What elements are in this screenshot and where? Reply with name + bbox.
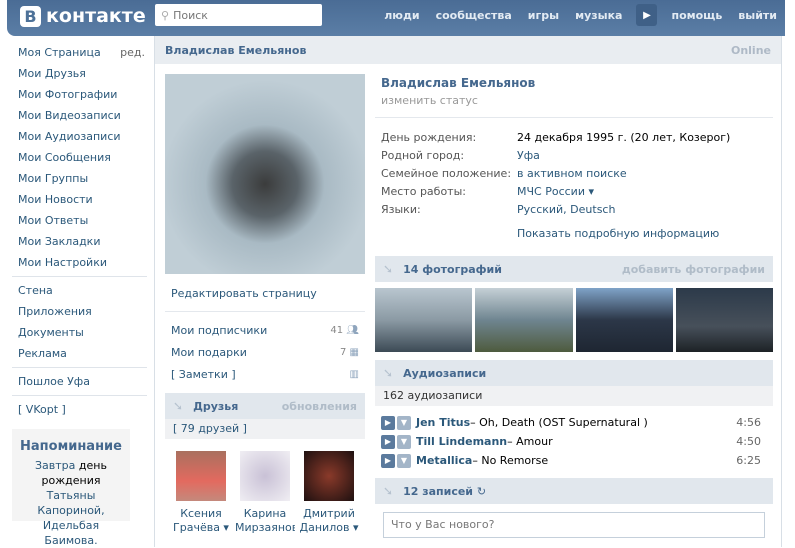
sidebar-item-city[interactable]: Пошлое Уфа: [12, 371, 147, 392]
add-photos-link[interactable]: добавить фотографии: [622, 263, 765, 276]
people-icon: 👥︎: [346, 324, 359, 336]
play-icon[interactable]: ▶: [381, 415, 395, 430]
photo-thumb[interactable]: [575, 288, 673, 352]
add-track-icon[interactable]: ▼: [397, 453, 411, 468]
friend-photo[interactable]: [240, 451, 290, 501]
profile-avatar[interactable]: [165, 74, 365, 274]
top-header: Вконтакте ⚲ Поиск люди сообщества игры му…: [7, 0, 785, 36]
notebook-icon: ▥: [349, 368, 359, 380]
nav-music[interactable]: музыка: [575, 9, 622, 22]
subscribers-link[interactable]: Мои подписчики 41 👥︎: [165, 319, 365, 341]
arrow-icon: ➘: [383, 484, 394, 498]
audio-count[interactable]: 162 аудиозаписи: [375, 386, 773, 406]
sidebar-item-my-page[interactable]: Моя Страница ред.: [12, 42, 147, 63]
add-track-icon[interactable]: ▼: [397, 434, 411, 449]
divider: [165, 311, 365, 312]
sidebar-item-videos[interactable]: Мои Видеозаписи: [12, 105, 147, 126]
play-icon[interactable]: ▶: [381, 453, 395, 468]
left-column: Редактировать страницу Мои подписчики 41 …: [165, 282, 365, 535]
sidebar-item-bookmarks[interactable]: Мои Закладки: [12, 231, 147, 252]
play-icon[interactable]: ▶: [381, 434, 395, 449]
reminder-box: Напоминание Завтра день рождения Татьяны…: [12, 429, 130, 547]
divider: [12, 276, 147, 277]
vk-logo[interactable]: Вконтакте: [20, 5, 146, 27]
sidebar-item-vkopt[interactable]: [ VKopt ]: [12, 399, 147, 420]
divider: [12, 367, 147, 368]
birthday-names-link[interactable]: Татьяны Капориной, Идельбая Баимова.: [37, 489, 104, 547]
reminder-title: Напоминание: [20, 439, 122, 454]
friend-item[interactable]: КаринаМирзаянова ▾: [235, 451, 295, 535]
gifts-link[interactable]: Мои подарки 7 ▦: [165, 341, 365, 363]
profile-page: Владислав Емельянов Online Редактировать …: [154, 36, 782, 547]
photo-thumb[interactable]: [675, 288, 773, 352]
sidebar-item-audio[interactable]: Мои Аудиозаписи: [12, 126, 147, 147]
refresh-icon[interactable]: ↻: [477, 485, 486, 498]
sidebar-item-settings[interactable]: Мои Настройки: [12, 252, 147, 273]
info-birthday: День рождения: 24 декабря 1995 г. (20 лет…: [381, 130, 731, 144]
arrow-icon: ➘: [173, 399, 184, 413]
sidebar: Моя Страница ред. Мои Друзья Мои Фотограф…: [12, 42, 147, 420]
sidebar-item-messages[interactable]: Мои Сообщения: [12, 147, 147, 168]
nav-communities[interactable]: сообщества: [436, 9, 512, 22]
add-track-icon[interactable]: ▼: [397, 415, 411, 430]
notes-link[interactable]: [ Заметки ] ▥: [165, 363, 365, 385]
online-status: Online: [730, 43, 771, 57]
new-post-input[interactable]: Что у Вас нового?: [383, 512, 765, 538]
gift-icon: ▦: [349, 346, 359, 358]
edit-link[interactable]: ред.: [120, 42, 145, 63]
info-languages: Языки: Русский, Deutsch: [381, 202, 616, 216]
reminder-text: Завтра день рождения Татьяны Капориной, …: [35, 459, 107, 547]
photo-thumb[interactable]: [475, 288, 573, 352]
friend-photo[interactable]: [304, 451, 354, 501]
friends-grid: КсенияГрачёва ▾ КаринаМирзаянова ▾ Дмитр…: [165, 439, 365, 535]
sidebar-item-docs[interactable]: Документы: [12, 322, 147, 343]
sidebar-item-friends[interactable]: Мои Друзья: [12, 63, 147, 84]
audio-track: ▶ ▼ Metallica – No Remorse 6:25: [375, 451, 773, 470]
arrow-icon: ➘: [383, 366, 394, 380]
sidebar-item-answers[interactable]: Мои Ответы: [12, 210, 147, 231]
edit-page-link[interactable]: Редактировать страницу: [165, 282, 365, 304]
top-nav: люди сообщества игры музыка ▶ помощь вый…: [376, 0, 785, 30]
page-title-bar: Владислав Емельянов Online: [155, 36, 781, 64]
friends-updates-link[interactable]: обновления: [282, 400, 357, 413]
sidebar-item-wall[interactable]: Стена: [12, 280, 147, 301]
photos-row: [375, 288, 773, 352]
info-work: Место работы: МЧС России ▾: [381, 184, 594, 198]
search-input[interactable]: ⚲ Поиск: [155, 4, 322, 26]
friend-item[interactable]: Ксения Грачёва ▾: [171, 451, 231, 535]
nav-help[interactable]: помощь: [671, 9, 722, 22]
right-column: Владислав Емельянов изменить статус День…: [375, 74, 773, 546]
audio-track: ▶ ▼ Jen Titus – Oh, Death (OST Supernatura…: [375, 413, 773, 432]
arrow-icon: ➘: [383, 262, 394, 276]
nav-logout[interactable]: выйти: [738, 9, 777, 22]
nav-people[interactable]: люди: [384, 9, 419, 22]
sidebar-item-ads[interactable]: Реклама: [12, 343, 147, 364]
sidebar-item-groups[interactable]: Мои Группы: [12, 168, 147, 189]
wall-header[interactable]: ➘ 12 записей ↻: [375, 478, 773, 504]
sidebar-item-news[interactable]: Мои Новости: [12, 189, 147, 210]
friends-count-link[interactable]: [ 79 друзей ]: [165, 419, 365, 439]
nav-games[interactable]: игры: [528, 9, 559, 22]
search-icon: ⚲: [161, 8, 170, 22]
divider: [12, 395, 147, 396]
audio-header[interactable]: ➘ Аудиозаписи: [375, 360, 773, 386]
info-relationship: Семейное положение: в активном поиске: [381, 166, 627, 180]
show-more-info-link[interactable]: Показать подробную информацию: [375, 227, 773, 240]
sidebar-item-photos[interactable]: Мои Фотографии: [12, 84, 147, 105]
photos-header[interactable]: ➘ 14 фотографий добавить фотографии: [375, 256, 773, 282]
friends-header[interactable]: ➘ Друзья обновления: [165, 393, 365, 419]
info-hometown: Родной город: Уфа: [381, 148, 540, 162]
friend-photo[interactable]: [176, 451, 226, 501]
profile-name: Владислав Емельянов: [381, 76, 536, 90]
play-icon[interactable]: ▶: [636, 4, 658, 26]
sidebar-item-apps[interactable]: Приложения: [12, 301, 147, 322]
audio-track: ▶ ▼ Till Lindemann – Amour 4:50: [375, 432, 773, 451]
friend-item[interactable]: Дмитрий Данилов ▾: [299, 451, 359, 535]
change-status-link[interactable]: изменить статус: [375, 90, 773, 118]
photo-thumb[interactable]: [375, 288, 473, 352]
